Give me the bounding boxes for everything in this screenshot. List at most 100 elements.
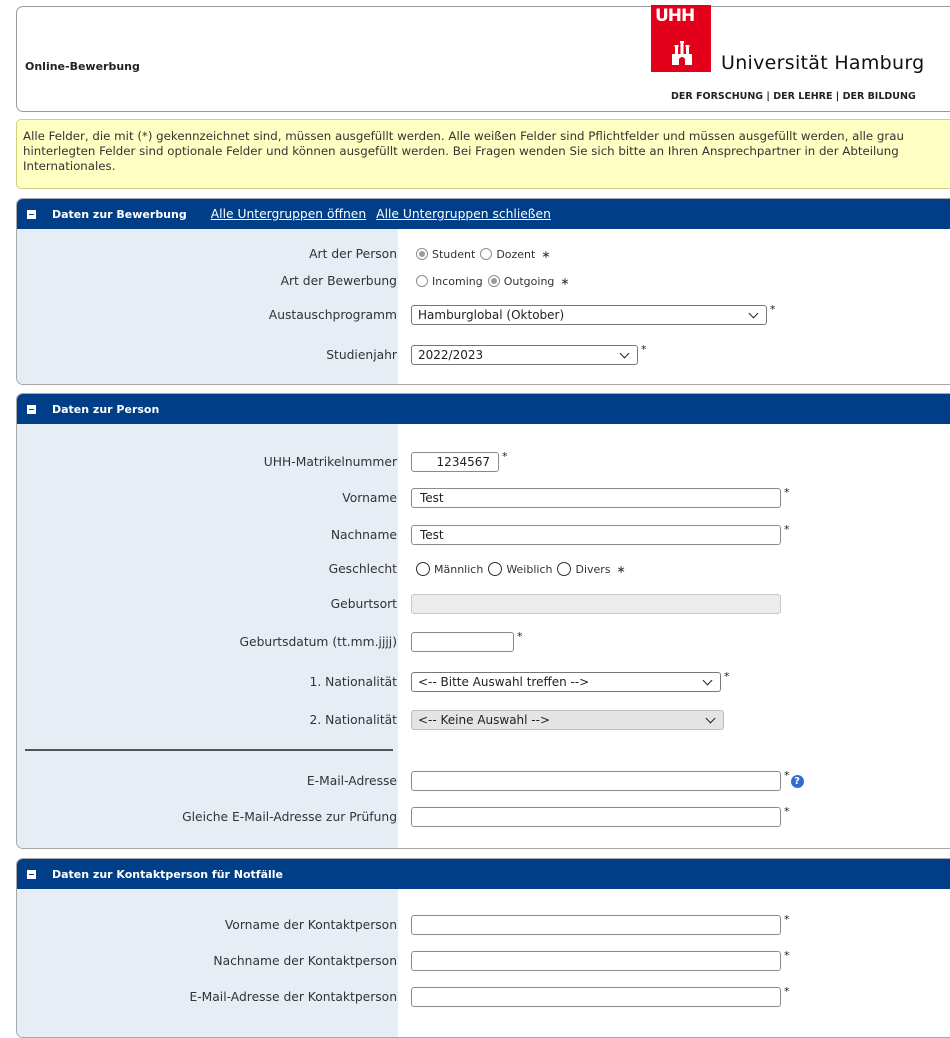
nationalitaet-1-select[interactable]: <-- Bitte Auswahl treffen -->: [411, 672, 721, 692]
radio-maennlich[interactable]: [416, 562, 430, 576]
required-marker: *: [784, 523, 790, 536]
kontakt-vorname-input[interactable]: [411, 915, 781, 935]
row-kontakt-email: E-Mail-Adresse der Kontaktperson *: [17, 985, 950, 1009]
radio-label: Divers: [575, 562, 611, 576]
studienjahr-select[interactable]: 2022/2023: [411, 345, 638, 365]
radio-incoming[interactable]: [416, 275, 428, 287]
section-title: Daten zur Bewerbung: [52, 207, 187, 221]
field-label: 1. Nationalität: [309, 675, 397, 689]
section-kontaktperson: Daten zur Kontaktperson für Notfälle Vor…: [16, 858, 950, 1038]
radio-outgoing[interactable]: [487, 275, 500, 287]
chevron-down-icon: [702, 675, 713, 685]
matrikelnummer-input[interactable]: 1234567: [411, 452, 499, 472]
field-cell: Test *: [411, 523, 790, 547]
radio-dozent[interactable]: [480, 248, 493, 260]
section-header: Daten zur Kontaktperson für Notfälle: [17, 859, 950, 889]
row-austauschprogramm: Austauschprogramm Hamburglobal (Oktober)…: [17, 303, 950, 327]
required-fields-notice: Alle Felder, die mit (*) gekennzeichnet …: [16, 119, 950, 189]
field-cell: *: [411, 949, 790, 973]
row-matrikelnummer: UHH-Matrikelnummer 1234567 *: [17, 450, 950, 474]
required-marker: *: [784, 949, 790, 962]
field-label: Nachname: [330, 528, 397, 542]
field-label: Geschlecht: [328, 562, 397, 576]
radio-weiblich[interactable]: [488, 562, 503, 576]
required-marker: *: [770, 303, 776, 316]
field-label: Nachname der Kontaktperson: [213, 954, 397, 968]
kontakt-email-input[interactable]: [411, 987, 781, 1007]
field-label: UHH-Matrikelnummer: [263, 455, 397, 469]
nationalitaet-2-select[interactable]: <-- Keine Auswahl -->: [411, 710, 724, 730]
radio-label: Dozent: [496, 247, 536, 261]
row-art-bewerbung: Art der Bewerbung Incoming Outgoing ∗: [17, 269, 950, 293]
required-marker: *: [517, 630, 523, 643]
row-kontakt-vorname: Vorname der Kontaktperson *: [17, 913, 950, 937]
row-nachname: Nachname Test *: [17, 523, 950, 547]
required-marker: ∗: [616, 562, 626, 576]
section-divider: [25, 749, 393, 751]
field-cell: *: [411, 913, 790, 937]
geschlecht-radio-group: Männlich Weiblich Divers ∗: [411, 557, 626, 581]
row-studienjahr: Studienjahr 2022/2023 *: [17, 343, 950, 367]
section-body: Vorname der Kontaktperson * Nachname der…: [17, 889, 950, 1037]
uhh-logo: UHH: [651, 5, 711, 72]
field-cell: <-- Bitte Auswahl treffen --> *: [411, 670, 730, 694]
art-person-radio-group: Student Dozent ∗: [411, 242, 551, 266]
close-all-subgroups-link[interactable]: Alle Untergruppen schließen: [376, 207, 551, 221]
geburtsdatum-input[interactable]: [411, 632, 514, 652]
field-label: Studienjahr: [326, 348, 397, 362]
row-nationalitaet-1: 1. Nationalität <-- Bitte Auswahl treffe…: [17, 670, 950, 694]
field-cell: Test *: [411, 486, 790, 510]
select-value: <-- Keine Auswahl -->: [418, 713, 551, 727]
section-title: Daten zur Person: [52, 402, 160, 416]
field-label: Geburtsort: [330, 597, 397, 611]
section-header: Daten zur Bewerbung Alle Untergruppen öf…: [17, 199, 950, 229]
required-marker: *: [641, 343, 647, 356]
field-cell: *: [411, 985, 790, 1009]
required-marker: *: [784, 486, 790, 499]
vorname-input[interactable]: Test: [411, 488, 781, 508]
section-person: Daten zur Person UHH-Matrikelnummer 1234…: [16, 393, 950, 849]
page-title: Online-Bewerbung: [25, 60, 140, 73]
radio-student[interactable]: [416, 248, 428, 260]
radio-label: Student: [432, 247, 476, 261]
row-email-confirm: Gleiche E-Mail-Adresse zur Prüfung *: [17, 805, 950, 829]
row-email: E-Mail-Adresse * ?: [17, 769, 950, 793]
required-marker: ∗: [560, 274, 570, 288]
radio-label: Weiblich: [506, 562, 553, 576]
nachname-input[interactable]: Test: [411, 525, 781, 545]
radio-label: Outgoing: [503, 274, 555, 288]
row-geburtsdatum: Geburtsdatum (tt.mm.jjjj) *: [17, 630, 950, 654]
field-label: Geburtsdatum (tt.mm.jjjj): [239, 635, 398, 649]
required-marker: ∗: [541, 247, 551, 261]
select-value: 2022/2023: [418, 348, 484, 362]
required-marker: *: [724, 670, 730, 683]
open-all-subgroups-link[interactable]: Alle Untergruppen öffnen: [211, 207, 366, 221]
collapse-icon[interactable]: [27, 404, 36, 414]
chevron-down-icon: [705, 713, 716, 723]
radio-label: Incoming: [432, 274, 483, 288]
required-marker: *: [784, 913, 790, 926]
collapse-icon[interactable]: [27, 209, 36, 219]
section-body: Art der Person Student Dozent ∗ Art der …: [17, 229, 950, 384]
field-cell: 1234567 *: [411, 450, 508, 474]
radio-divers[interactable]: [557, 562, 572, 576]
austauschprogramm-select[interactable]: Hamburglobal (Oktober): [411, 305, 767, 325]
field-label: Austauschprogramm: [268, 308, 397, 322]
kontakt-nachname-input[interactable]: [411, 951, 781, 971]
field-cell: *: [411, 630, 523, 654]
section-header: Daten zur Person: [17, 394, 950, 424]
row-art-person: Art der Person Student Dozent ∗: [17, 242, 950, 266]
chevron-down-icon: [619, 348, 630, 358]
field-cell: Hamburglobal (Oktober) *: [411, 303, 776, 327]
email-confirm-input[interactable]: [411, 807, 781, 827]
collapse-icon[interactable]: [27, 869, 36, 879]
row-vorname: Vorname Test *: [17, 486, 950, 510]
field-label: Vorname: [342, 491, 397, 505]
field-cell: * ?: [411, 769, 804, 793]
field-cell: [411, 592, 781, 616]
field-label: E-Mail-Adresse der Kontaktperson: [189, 990, 397, 1004]
help-icon[interactable]: ?: [790, 774, 804, 788]
geburtsort-input[interactable]: [411, 594, 781, 614]
field-cell: <-- Keine Auswahl -->: [411, 708, 724, 732]
email-input[interactable]: [411, 771, 781, 791]
